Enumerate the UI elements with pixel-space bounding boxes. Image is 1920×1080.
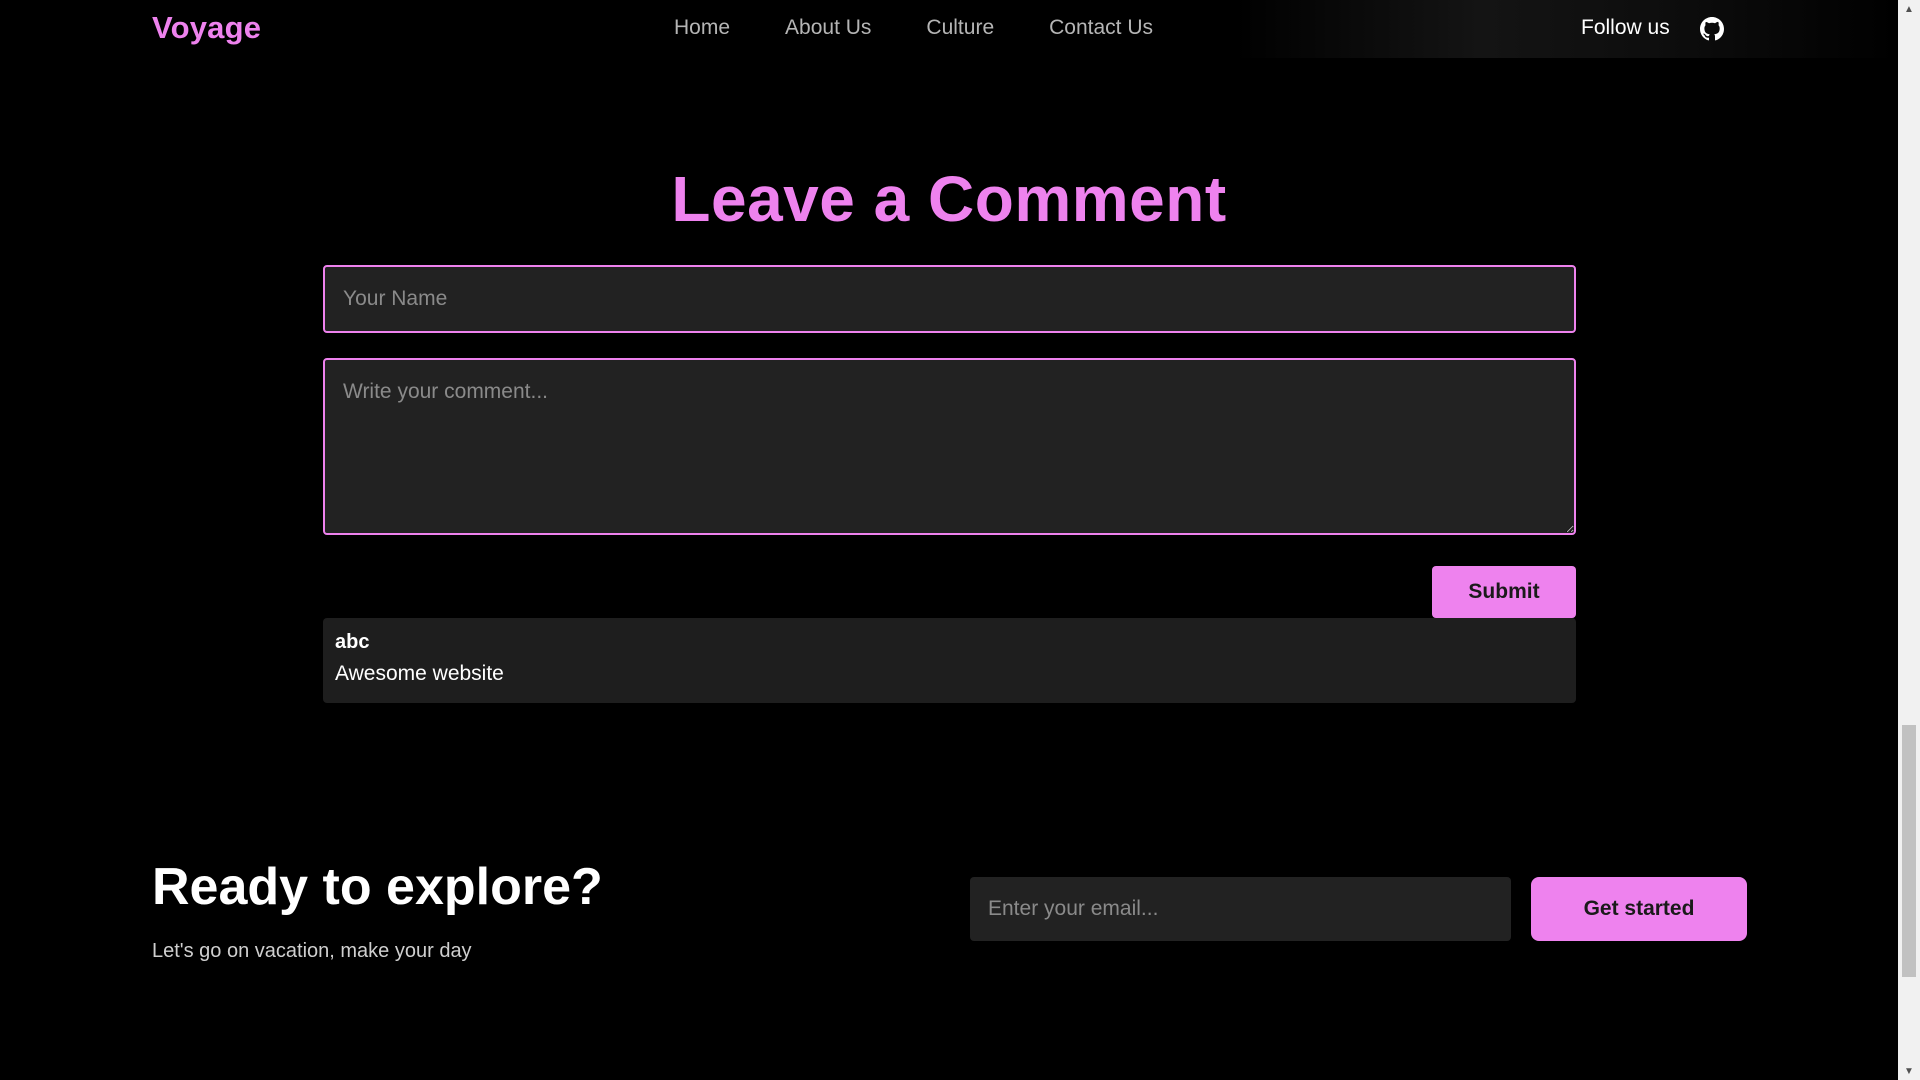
comment-section-title: Leave a Comment — [671, 163, 1227, 235]
comment-item: abc Awesome website — [323, 618, 1576, 703]
nav-contact-us[interactable]: Contact Us — [1049, 16, 1153, 40]
get-started-button[interactable]: Get started — [1531, 877, 1747, 941]
logo[interactable]: Voyage — [152, 10, 261, 46]
page: Voyage Home About Us Culture Contact Us … — [0, 0, 1920, 1080]
comment-text: Awesome website — [335, 662, 504, 685]
site-header: Voyage Home About Us Culture Contact Us … — [0, 0, 1898, 58]
github-icon[interactable] — [1700, 17, 1724, 41]
submit-button[interactable]: Submit — [1432, 566, 1576, 618]
name-input[interactable] — [323, 265, 1576, 333]
vertical-scrollbar[interactable]: ▲ ▼ — [1898, 0, 1920, 1080]
comment-textarea[interactable] — [323, 358, 1576, 535]
scroll-down-arrow-icon[interactable]: ▼ — [1898, 1062, 1920, 1080]
cta-subtitle: Let's go on vacation, make your day — [152, 940, 472, 962]
scroll-up-arrow-icon[interactable]: ▲ — [1898, 0, 1920, 18]
cta-title: Ready to explore? — [152, 858, 603, 916]
nav-home[interactable]: Home — [674, 16, 730, 40]
nav-culture[interactable]: Culture — [926, 16, 994, 40]
email-input[interactable] — [970, 877, 1511, 941]
follow-us-label: Follow us — [1581, 16, 1670, 39]
scrollbar-thumb[interactable] — [1902, 725, 1916, 977]
main-nav: Home About Us Culture Contact Us — [674, 16, 1153, 40]
comment-author: abc — [335, 631, 370, 653]
nav-about-us[interactable]: About Us — [785, 16, 871, 40]
